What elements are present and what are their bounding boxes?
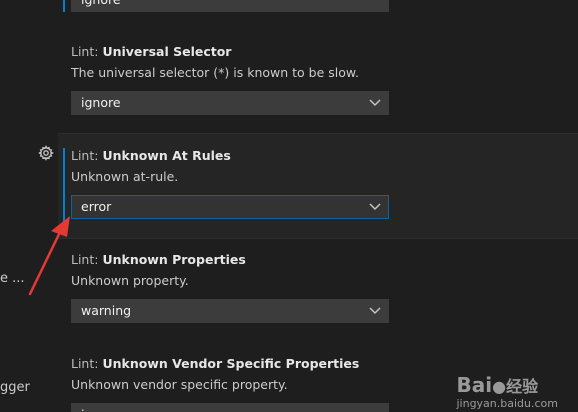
top-focus-bar: [63, 0, 65, 12]
setting-title: Lint: Unknown Properties: [71, 251, 401, 269]
unknown-at-rules-dropdown[interactable]: error: [71, 195, 389, 219]
setting-category: Lint:: [71, 356, 103, 371]
setting-title: Lint: Universal Selector: [71, 43, 401, 61]
watermark-brand-2: 经验: [506, 377, 539, 396]
setting-unknown-at-rules: Lint: Unknown At Rules Unknown at-rule. …: [71, 147, 401, 219]
setting-title: Lint: Unknown At Rules: [71, 147, 401, 165]
watermark-brand: Bai: [456, 373, 493, 397]
chevron-down-icon: [369, 99, 381, 107]
left-stub-2: gger: [0, 380, 30, 395]
annotation-arrow: [28, 216, 70, 296]
setting-category: Lint:: [71, 252, 103, 267]
setting-description: The universal selector (*) is known to b…: [71, 65, 359, 80]
setting-unknown-vendor-specific-properties: Lint: Unknown Vendor Specific Properties…: [71, 355, 401, 412]
unknown-properties-dropdown[interactable]: warning: [71, 299, 389, 323]
dropdown-value: ignore: [81, 95, 121, 110]
setting-universal-selector: Lint: Universal Selector The universal s…: [71, 43, 401, 115]
unknown-vendor-properties-dropdown[interactable]: ig: [71, 403, 389, 412]
chevron-down-icon: [369, 203, 381, 211]
setting-description: Unknown property.: [71, 273, 189, 288]
setting-top-cut: ignore: [71, 0, 401, 12]
setting-name: Unknown At Rules: [102, 148, 231, 163]
baidu-watermark: Bai●经验 jingyan.baidu.com: [456, 373, 558, 410]
paw-icon: ●: [492, 377, 507, 396]
setting-unknown-properties: Lint: Unknown Properties Unknown propert…: [71, 251, 401, 323]
setting-category: Lint:: [71, 148, 103, 163]
setting-description: Unknown vendor specific property.: [71, 377, 288, 392]
dropdown-value: warning: [81, 303, 132, 318]
universal-selector-dropdown[interactable]: ignore: [71, 91, 389, 115]
gear-icon[interactable]: [38, 145, 54, 161]
watermark-url: jingyan.baidu.com: [456, 397, 558, 410]
setting-name: Unknown Properties: [102, 252, 246, 267]
setting-category: Lint:: [71, 44, 103, 59]
setting-title: Lint: Unknown Vendor Specific Properties: [71, 355, 401, 373]
top-dropdown[interactable]: ignore: [71, 0, 389, 12]
dropdown-value: error: [81, 199, 112, 214]
top-dropdown-value: ignore: [81, 0, 121, 7]
chevron-down-icon: [369, 307, 381, 315]
setting-name: Universal Selector: [102, 44, 232, 59]
setting-name: Unknown Vendor Specific Properties: [102, 356, 360, 371]
setting-description: Unknown at-rule.: [71, 169, 179, 184]
dropdown-value: ig: [81, 407, 92, 412]
left-stub-1: e ...: [0, 271, 25, 286]
